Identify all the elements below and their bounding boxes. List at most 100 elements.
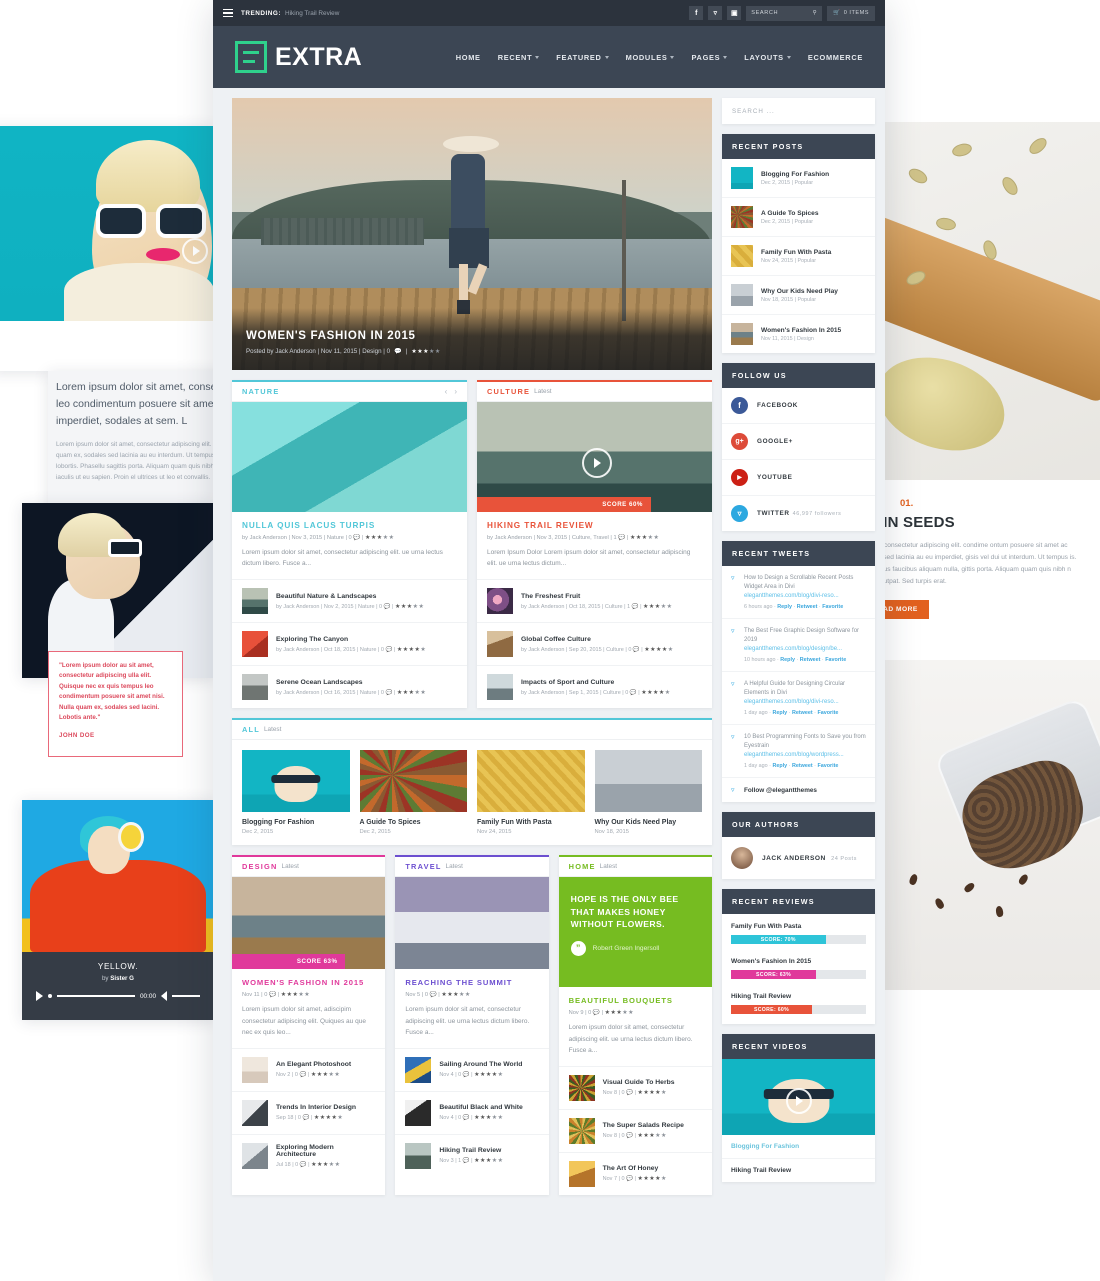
widget-follow-us: FOLLOW US f FACEBOOK g+ GOOGLE+ ▶ YOUTUB… <box>722 363 875 531</box>
trending-headline-link[interactable]: Hiking Trail Review <box>285 10 339 17</box>
grid-item[interactable]: Why Our Kids Need Play Nov 18, 2015 <box>594 750 702 835</box>
audio-progress-track[interactable] <box>57 995 135 997</box>
list-item[interactable]: The Super Salads Recipe Nov 8 | 0 💬 | ★★… <box>558 1108 712 1152</box>
list-item[interactable]: Trends In Interior Design Sep 18 | 0 💬 |… <box>232 1090 386 1134</box>
nav-item-modules[interactable]: MODULES <box>626 53 675 62</box>
review-item[interactable]: Women's Fashion In 2015 SCORE: 63% <box>722 949 875 984</box>
module-home-quote-feature[interactable]: HOPE IS THE ONLY BEE THAT MAKES HONEY WI… <box>558 877 712 988</box>
module-nature-feature-image[interactable] <box>232 402 467 512</box>
module-travel-feature-image[interactable] <box>395 877 549 970</box>
nav-item-recent[interactable]: RECENT <box>498 53 540 62</box>
magnifier-icon[interactable]: ⚲ <box>813 10 818 16</box>
audio-scrub-handle[interactable] <box>48 994 52 998</box>
module-nature-feature-title[interactable]: NULLA QUIS LACUS TURPIS <box>242 521 457 530</box>
nav-item-layouts[interactable]: LAYOUTS <box>744 53 791 62</box>
tweet-link[interactable]: elegantthemes.com/blog/divi-reso... <box>744 592 866 601</box>
chevron-right-icon[interactable]: › <box>454 387 457 396</box>
module-culture-feature-image[interactable]: SCORE 60% <box>477 402 712 512</box>
nav-item-ecommerce[interactable]: ECOMMERCE <box>808 53 863 62</box>
module-home-header: HOME Latest <box>558 855 712 878</box>
list-item[interactable]: Why Our Kids Need Play Nov 18, 2015 | Po… <box>722 276 875 315</box>
instagram-icon[interactable]: ▣ <box>727 6 742 20</box>
facebook-icon[interactable]: f <box>689 6 704 20</box>
thumbnail <box>359 750 467 813</box>
list-item[interactable]: An Elegant Photoshoot Nov 2 | 0 💬 | ★★★★… <box>232 1047 386 1091</box>
list-item[interactable]: Impacts of Sport and Culture by Jack And… <box>477 665 712 708</box>
audio-player[interactable]: YELLOW. by Sister G 00:00 <box>22 952 214 1020</box>
list-item[interactable]: Beautiful Black and White Nov 4 | 0 💬 | … <box>395 1090 549 1134</box>
comment-icon: 💬 <box>626 1176 633 1183</box>
tweet-item[interactable]: ▿ 10 Best Programming Fonts to Save you … <box>722 725 875 778</box>
list-item[interactable]: Sailing Around The World Nov 4 | 0 💬 | ★… <box>395 1047 549 1091</box>
list-item[interactable]: Blogging For Fashion Dec 2, 2015 | Popul… <box>722 159 875 198</box>
module-design-feature-title[interactable]: WOMEN'S FASHION IN 2015 <box>242 978 375 987</box>
widget-title: FOLLOW US <box>722 363 875 388</box>
list-item[interactable]: Women's Fashion In 2015 Nov 11, 2015 | D… <box>722 315 875 353</box>
list-item[interactable]: Family Fun With Pasta Nov 24, 2015 | Pop… <box>722 237 875 276</box>
tweet-link[interactable]: elegantthemes.com/blog/design/be... <box>744 645 866 654</box>
list-item[interactable]: The Art Of Honey Nov 7 | 0 💬 | ★★★★★ <box>558 1151 712 1195</box>
module-culture-feature-title[interactable]: HIKING TRAIL REVIEW <box>487 521 702 530</box>
list-item[interactable]: Hiking Trail Review Nov 3 | 1 💬 | ★★★★★ <box>395 1133 549 1177</box>
module-home-feature-title[interactable]: BEAUTIFUL BOUQUETS <box>569 996 702 1005</box>
module-culture-feature-body[interactable]: HIKING TRAIL REVIEW by Jack Anderson | N… <box>477 512 712 579</box>
nav-item-featured[interactable]: FEATURED <box>556 53 609 62</box>
list-item[interactable]: Exploring The Canyon by Jack Anderson | … <box>232 622 467 665</box>
chevron-left-icon[interactable]: ‹ <box>445 387 448 396</box>
hamburger-icon[interactable] <box>223 7 233 20</box>
bg-right-article-heading: PKIN SEEDS <box>862 514 955 531</box>
review-item[interactable]: Hiking Trail Review SCORE: 60% <box>722 984 875 1024</box>
video-thumbnail[interactable] <box>722 1059 875 1135</box>
volume-icon[interactable] <box>161 991 167 1001</box>
video-list-item[interactable]: Blogging For Fashion <box>722 1135 875 1159</box>
tweet-link[interactable]: elegantthemes.com/blog/wordpress... <box>744 751 866 760</box>
follow-item-youtube[interactable]: ▶ YOUTUBE <box>722 460 875 496</box>
tweet-item[interactable]: ▿ How to Design a Scrollable Recent Post… <box>722 566 875 619</box>
play-icon[interactable] <box>36 991 43 1001</box>
twitter-icon[interactable]: ▿ <box>708 6 723 20</box>
volume-slider[interactable] <box>172 995 200 997</box>
list-item[interactable]: Beautiful Nature & Landscapes by Jack An… <box>232 579 467 622</box>
list-item[interactable]: Serene Ocean Landscapes by Jack Anderson… <box>232 665 467 708</box>
list-item[interactable]: Visual Guide To Herbs Nov 8 | 0 💬 | ★★★★… <box>558 1065 712 1109</box>
video-list-item[interactable]: Hiking Trail Review <box>722 1159 875 1182</box>
nav-item-home[interactable]: HOME <box>456 53 481 62</box>
score-track: SCORE: 63% <box>731 970 866 979</box>
tweet-item[interactable]: ▿ A Helpful Guide for Designing Circular… <box>722 672 875 725</box>
module-travel-feature-title[interactable]: REACHING THE SUMMIT <box>405 978 538 987</box>
follow-item-googleplus[interactable]: g+ GOOGLE+ <box>722 424 875 460</box>
chevron-down-icon <box>670 55 675 59</box>
module-design-feature-image[interactable]: SCORE 63% <box>232 877 386 970</box>
tweet-link[interactable]: elegantthemes.com/blog/divi-reso... <box>744 698 866 707</box>
play-icon[interactable] <box>581 448 612 479</box>
follow-item-twitter[interactable]: ▿ TWITTER 46,997 followers <box>722 496 875 531</box>
thumbnail <box>405 1142 432 1169</box>
grid-item[interactable]: A Guide To Spices Dec 2, 2015 <box>359 750 467 835</box>
hero-star-rating: ★★★★★ <box>411 348 441 355</box>
review-item[interactable]: Family Fun With Pasta SCORE: 70% <box>722 914 875 949</box>
play-icon[interactable] <box>785 1087 812 1114</box>
tweet-favorite-link: Favorite <box>822 604 844 610</box>
sidebar-search-input[interactable]: SEARCH ... <box>722 98 875 124</box>
list-item[interactable]: A Guide To Spices Dec 2, 2015 | Popular <box>722 198 875 237</box>
hero-featured-post[interactable]: WOMEN'S FASHION IN 2015 Posted by Jack A… <box>232 98 712 370</box>
nav-menu: HOME RECENT FEATURED MODULES PAGES LAYOU… <box>456 53 863 62</box>
twitter-follow-link[interactable]: ▿ Follow @elegantthemes <box>722 778 875 802</box>
follow-item-facebook[interactable]: f FACEBOOK <box>722 388 875 424</box>
play-icon[interactable] <box>182 238 208 264</box>
grid-item[interactable]: Family Fun With Pasta Nov 24, 2015 <box>477 750 585 835</box>
list-item[interactable]: Global Coffee Culture by Jack Anderson |… <box>477 622 712 665</box>
module-nature-feature-body[interactable]: NULLA QUIS LACUS TURPIS by Jack Anderson… <box>232 512 467 579</box>
cart-button[interactable]: 🛒 0 ITEMS <box>827 5 875 21</box>
site-logo[interactable]: EXTRA <box>235 41 362 73</box>
author-item[interactable]: JACK ANDERSON 24 Posts <box>722 837 875 879</box>
grid-item[interactable]: Blogging For Fashion Dec 2, 2015 <box>242 750 350 835</box>
list-item[interactable]: The Freshest Fruit by Jack Anderson | Oc… <box>477 579 712 622</box>
audio-artist-name: Sister G <box>110 975 134 982</box>
widget-title: OUR AUTHORS <box>722 812 875 837</box>
nav-item-pages[interactable]: PAGES <box>691 53 728 62</box>
list-item[interactable]: Exploring Modern Architecture Jul 18 | 0… <box>232 1133 386 1177</box>
star-rating: ★★★★★ <box>629 535 660 541</box>
tweet-item[interactable]: ▿ The Best Free Graphic Design Software … <box>722 619 875 672</box>
search-input[interactable]: SEARCH ⚲ <box>746 5 823 21</box>
